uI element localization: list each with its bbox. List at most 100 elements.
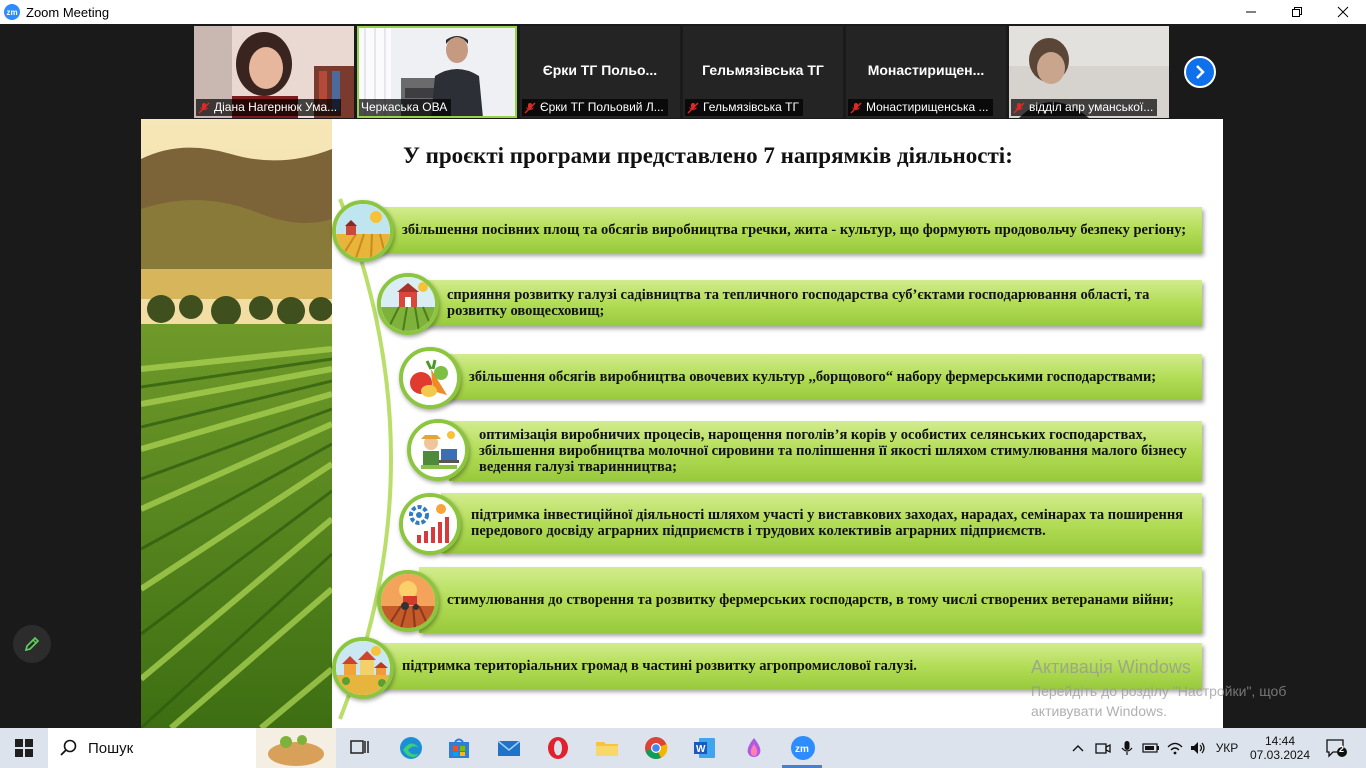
- participant-display-name: Єрки ТГ Польо...: [542, 62, 658, 78]
- mic-muted-icon: [687, 102, 699, 113]
- camera-icon: [1095, 743, 1111, 754]
- chevron-right-icon: [1196, 65, 1205, 79]
- chrome-button[interactable]: [642, 734, 670, 762]
- meeting-area: Діана Нагернюк Ума... Черкаська ОВА Єрки…: [0, 24, 1366, 728]
- farmland-photo: [141, 119, 332, 728]
- tray-overflow-button[interactable]: [1068, 728, 1088, 768]
- participant-tile[interactable]: Монастирищен... Монастирищенська ...: [846, 26, 1006, 118]
- network-button[interactable]: [1165, 728, 1185, 768]
- program-item-text: стимулювання до створення та розвитку фе…: [447, 592, 1174, 608]
- participant-name-label: Гельмязівська ТГ: [685, 99, 803, 116]
- mail-icon: [497, 740, 521, 756]
- growth-chart-icon: [399, 493, 461, 555]
- chevron-up-icon: [1072, 745, 1084, 752]
- file-explorer-button[interactable]: [593, 734, 621, 762]
- word-icon: W: [694, 738, 715, 758]
- zoom-logo-icon: zm: [4, 4, 20, 20]
- microphone-button[interactable]: [1117, 728, 1137, 768]
- program-item: підтримка інвестиційної діяльності шляхо…: [441, 493, 1202, 553]
- participant-tile[interactable]: Гельмязівська ТГ Гельмязівська ТГ: [683, 26, 843, 118]
- windows-activation-title: Активація Windows: [1031, 657, 1191, 677]
- task-view-icon: [350, 740, 369, 754]
- participant-tile[interactable]: відділ апр уманської...: [1009, 26, 1169, 118]
- speaker-icon: [1191, 742, 1205, 754]
- microphone-icon: [1121, 741, 1133, 755]
- next-page-button[interactable]: [1184, 56, 1216, 88]
- program-item: збільшення посівних площ та обсягів виро…: [374, 207, 1202, 253]
- participant-name-label: Діана Нагернюк Ума...: [196, 99, 342, 116]
- search-highlight-image: [256, 728, 336, 768]
- participant-name-label: відділ апр уманської...: [1011, 99, 1158, 116]
- windows-activation-hint: Перейдіть до розділу "Настройки", щоб ак…: [1031, 683, 1287, 719]
- participant-name: Діана Нагернюк Ума...: [214, 100, 338, 114]
- volume-button[interactable]: [1188, 728, 1208, 768]
- edge-icon: [400, 737, 422, 759]
- minimize-button[interactable]: [1228, 0, 1274, 24]
- program-item-text: сприяння розвитку галузі садівництва та …: [447, 287, 1150, 319]
- program-item-text: підтримка інвестиційної діяльності шляхо…: [471, 507, 1184, 539]
- participant-display-name: Гельмязівська ТГ: [702, 62, 824, 78]
- svg-text:zm: zm: [795, 744, 809, 755]
- farmer-laptop-icon: [407, 419, 469, 481]
- restore-icon: [1292, 7, 1302, 17]
- paint-drop-icon: [747, 738, 761, 757]
- restore-button[interactable]: [1274, 0, 1320, 24]
- paint-button[interactable]: [740, 734, 768, 762]
- participant-name-label: Єрки ТГ Польовий Л...: [522, 99, 668, 116]
- annotate-button[interactable]: [13, 625, 51, 663]
- participant-name-label: Монастирищенська ...: [848, 99, 993, 116]
- start-button[interactable]: [0, 728, 48, 768]
- notification-count-badge: 2: [1339, 744, 1345, 754]
- clock-date: 07.03.2024: [1249, 748, 1311, 762]
- mail-button[interactable]: [495, 734, 523, 762]
- opera-button[interactable]: [544, 734, 572, 762]
- notification-center-button[interactable]: 2: [1318, 728, 1354, 768]
- mic-muted-icon: [198, 102, 210, 113]
- vegetables-icon: [399, 347, 461, 409]
- participant-tile[interactable]: Діана Нагернюк Ума...: [194, 26, 354, 118]
- clock-time: 14:44: [1264, 734, 1296, 748]
- clock-button[interactable]: 14:44 07.03.2024: [1250, 728, 1310, 768]
- mic-muted-icon: [524, 102, 536, 113]
- windows-taskbar: Пошук W zm УКР 14:44 07.03.2024 2: [0, 728, 1366, 768]
- program-item-text: збільшення обсягів виробництва овочевих …: [469, 369, 1157, 385]
- battery-button[interactable]: [1141, 728, 1161, 768]
- participant-display-name: Монастирищен...: [867, 62, 985, 78]
- word-button[interactable]: W: [691, 734, 719, 762]
- mic-muted-icon: [850, 102, 862, 113]
- input-language-button[interactable]: УКР: [1212, 728, 1242, 768]
- opera-icon: [548, 737, 568, 759]
- taskbar-search[interactable]: Пошук: [48, 728, 336, 768]
- edge-button[interactable]: [397, 734, 425, 762]
- participant-tile[interactable]: Єрки ТГ Польо... Єрки ТГ Польовий Л...: [520, 26, 680, 118]
- slide-title: У проєкті програми представлено 7 напрям…: [403, 143, 1013, 168]
- program-item-text: збільшення посівних площ та обсягів виро…: [402, 222, 1187, 238]
- program-item-text: оптимізація виробничих процесів, нарощен…: [479, 427, 1187, 475]
- participant-name: відділ апр уманської...: [1029, 100, 1154, 114]
- battery-icon: [1142, 743, 1159, 753]
- mic-muted-icon: [1013, 102, 1025, 113]
- shared-screen-slide: У проєкті програми представлено 7 напрям…: [141, 119, 1223, 728]
- participant-name: Гельмязівська ТГ: [703, 100, 799, 114]
- folder-icon: [596, 742, 618, 756]
- zoom-icon: zm: [791, 736, 815, 760]
- tractor-field-icon: [377, 570, 439, 632]
- close-icon: [1337, 6, 1349, 18]
- participant-name: Черкаська ОВА: [361, 100, 448, 114]
- village-community-icon: [332, 637, 394, 699]
- windows-logo-icon: [15, 739, 33, 757]
- task-view-button[interactable]: [346, 734, 374, 762]
- minimize-icon: [1246, 11, 1256, 13]
- meet-now-button[interactable]: [1093, 728, 1113, 768]
- harvest-field-icon: [332, 200, 394, 262]
- participant-tile-active-speaker[interactable]: Черкаська ОВА: [357, 26, 517, 118]
- program-item: збільшення обсягів виробництва овочевих …: [441, 354, 1202, 400]
- store-button[interactable]: [445, 734, 473, 762]
- participant-gallery: Діана Нагернюк Ума... Черкаська ОВА Єрки…: [194, 26, 1169, 118]
- program-item: оптимізація виробничих процесів, нарощен…: [449, 421, 1202, 481]
- participant-name: Монастирищенська ...: [866, 100, 989, 114]
- close-button[interactable]: [1320, 0, 1366, 24]
- program-item: сприяння розвитку галузі садівництва та …: [419, 280, 1202, 326]
- zoom-taskbar-button[interactable]: zm: [789, 734, 817, 762]
- program-item: стимулювання до створення та розвитку фе…: [419, 567, 1202, 633]
